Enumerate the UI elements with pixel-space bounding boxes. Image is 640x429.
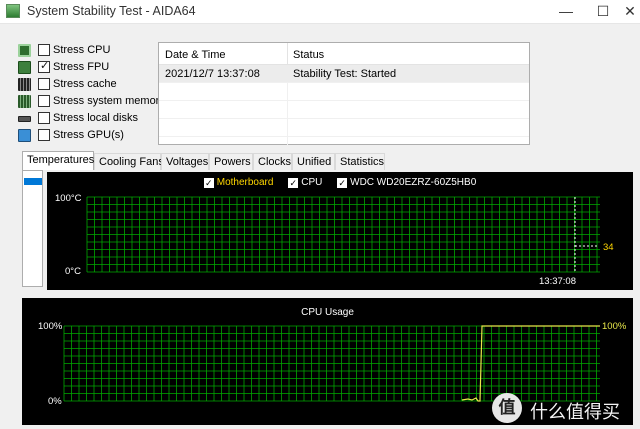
stress-fpu-checkbox[interactable] (38, 59, 50, 73)
tab-temperatures[interactable]: Temperatures (22, 151, 94, 170)
stress-memory-option[interactable]: Stress system memory (18, 94, 165, 110)
selected-sensor-indicator (24, 178, 42, 185)
watermark-logo: 值 (492, 393, 522, 423)
cpu-usage-grid (63, 325, 600, 402)
table-row-empty (159, 101, 529, 119)
status-column-header[interactable]: Status (293, 49, 324, 61)
stress-fpu-label: Stress FPU (53, 61, 110, 73)
cache-icon (18, 78, 31, 91)
temperature-graph: ✓ Motherboard ✓ CPU ✓ WDC WD20EZRZ-60Z5HB0 … (47, 172, 633, 290)
stress-disks-option[interactable]: Stress local disks (18, 111, 158, 127)
title-bar: System Stability Test - AIDA64 — ☐ ✕ (0, 0, 640, 24)
row-datetime: 2021/12/7 13:37:08 (165, 68, 260, 80)
tab-unified[interactable]: Unified (292, 153, 335, 170)
tab-voltages[interactable]: Voltages (161, 153, 209, 170)
table-row-empty (159, 119, 529, 137)
column-separator (287, 43, 288, 65)
status-table-header: Date & Time Status (159, 43, 529, 65)
monitor-icon (18, 129, 31, 142)
table-row[interactable]: 2021/12/7 13:37:08 Stability Test: Start… (159, 65, 529, 83)
stress-cpu-checkbox[interactable] (38, 44, 50, 56)
sensor-list-panel[interactable] (22, 170, 43, 287)
stress-cpu-option[interactable]: Stress CPU (18, 43, 158, 59)
minimize-button[interactable]: — (552, 2, 580, 20)
temp-y-max-label: 100°C (55, 193, 82, 204)
stress-memory-label: Stress system memory (53, 95, 165, 107)
cpu-icon (18, 44, 31, 57)
temperature-grid (86, 196, 600, 273)
disk-icon (18, 116, 31, 122)
status-table[interactable]: Date & Time Status 2021/12/7 13:37:08 St… (158, 42, 530, 145)
watermark: 值 什么值得买 (492, 393, 638, 423)
stress-cpu-label: Stress CPU (53, 44, 111, 56)
stress-cache-option[interactable]: Stress cache (18, 77, 158, 93)
datetime-column-header[interactable]: Date & Time (165, 49, 226, 61)
fpu-icon (18, 61, 31, 74)
window-title: System Stability Test - AIDA64 (27, 4, 196, 18)
tab-powers[interactable]: Powers (209, 153, 253, 170)
stress-gpu-checkbox[interactable] (38, 129, 50, 141)
stress-memory-checkbox[interactable] (38, 95, 50, 107)
cpu-current-value: 100% (602, 321, 627, 332)
stress-cache-label: Stress cache (53, 78, 117, 90)
tab-clocks[interactable]: Clocks (253, 153, 292, 170)
temp-time-label: 13:37:08 (539, 276, 576, 287)
row-status: Stability Test: Started (293, 68, 397, 80)
stress-gpu-option[interactable]: Stress GPU(s) (18, 128, 158, 144)
cpu-y-max-label: 100% (38, 321, 63, 332)
temp-y-min-label: 0°C (65, 266, 81, 277)
memory-icon (18, 95, 31, 108)
stress-disks-label: Stress local disks (53, 112, 138, 124)
stress-cache-checkbox[interactable] (38, 78, 50, 90)
stress-gpu-label: Stress GPU(s) (53, 129, 124, 141)
tab-statistics[interactable]: Statistics (335, 153, 385, 170)
stress-disks-checkbox[interactable] (38, 112, 50, 124)
watermark-text: 什么值得买 (530, 402, 620, 423)
maximize-button[interactable]: ☐ (589, 2, 617, 20)
close-button[interactable]: ✕ (616, 2, 640, 20)
tab-cooling-fans[interactable]: Cooling Fans (94, 153, 164, 170)
temperature-plot: 100°C 0°C 13:37:08 34 (55, 193, 614, 287)
temp-current-value: 34 (603, 242, 614, 253)
aida64-app-icon (6, 4, 20, 18)
stress-fpu-option[interactable]: Stress FPU (18, 59, 158, 76)
table-row-empty (159, 83, 529, 101)
cpu-y-min-label: 0% (48, 396, 62, 407)
